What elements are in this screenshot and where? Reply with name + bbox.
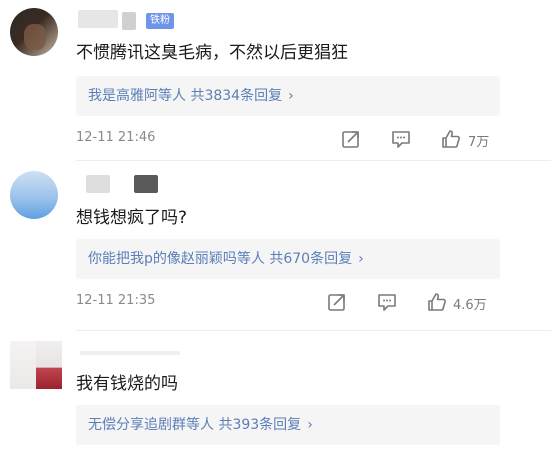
comment-time: 12-11 21:35 xyxy=(76,293,156,308)
chevron-right-icon: › xyxy=(307,417,313,433)
comment-icon[interactable] xyxy=(376,291,398,313)
thumb-up-icon[interactable] xyxy=(426,291,448,313)
comment-time: 12-11 21:46 xyxy=(76,130,156,145)
username-blurred[interactable] xyxy=(134,175,158,193)
comment-text[interactable]: 我有钱烧的吗 xyxy=(76,369,178,394)
replies-count: 共3834条回复 xyxy=(190,88,283,104)
replies-summary[interactable]: 我是高雅阿等人 共3834条回复 › xyxy=(76,76,500,116)
replies-users: 我是高雅阿等人 xyxy=(88,88,191,104)
username-blurred[interactable] xyxy=(86,175,110,193)
replies-count: 共393条回复 xyxy=(218,417,302,433)
replies-count: 共670条回复 xyxy=(269,251,353,267)
comment-meta: 12-11 21:35 4.6万 xyxy=(76,291,500,315)
replies-users: 无偿分享追剧群等人 xyxy=(88,417,219,433)
username-blurred[interactable] xyxy=(122,12,136,30)
avatar[interactable] xyxy=(10,8,58,56)
chevron-right-icon: › xyxy=(288,88,294,104)
username-blurred[interactable] xyxy=(80,351,180,355)
comment-text[interactable]: 不惯腾讯这臭毛病，不然以后更猖狂 xyxy=(76,38,348,63)
comment-item: 我有钱烧的吗 无偿分享追剧群等人 共393条回复 › xyxy=(0,331,551,455)
avatar[interactable] xyxy=(10,341,62,389)
replies-summary[interactable]: 无偿分享追剧群等人 共393条回复 › xyxy=(76,405,500,445)
comment-item: 想钱想疯了吗? 你能把我p的像赵丽颖吗等人 共670条回复 › 12-11 21:… xyxy=(0,161,551,331)
comment-meta: 12-11 21:46 7万 xyxy=(76,128,500,152)
replies-users: 你能把我p的像赵丽颖吗等人 xyxy=(88,251,270,267)
chevron-right-icon: › xyxy=(358,251,364,267)
like-count: 4.6万 xyxy=(453,298,487,313)
username-blurred[interactable] xyxy=(78,10,118,28)
thumb-up-icon[interactable] xyxy=(440,128,462,150)
comment-item: 铁粉 不惯腾讯这臭毛病，不然以后更猖狂 我是高雅阿等人 共3834条回复 › 12… xyxy=(0,0,551,160)
like-count: 7万 xyxy=(468,135,490,150)
share-icon[interactable] xyxy=(340,128,362,150)
comment-text[interactable]: 想钱想疯了吗? xyxy=(76,203,187,228)
share-icon[interactable] xyxy=(326,291,348,313)
replies-summary[interactable]: 你能把我p的像赵丽颖吗等人 共670条回复 › xyxy=(76,239,500,279)
comment-icon[interactable] xyxy=(390,128,412,150)
avatar[interactable] xyxy=(10,171,58,219)
fan-badge: 铁粉 xyxy=(146,13,174,29)
